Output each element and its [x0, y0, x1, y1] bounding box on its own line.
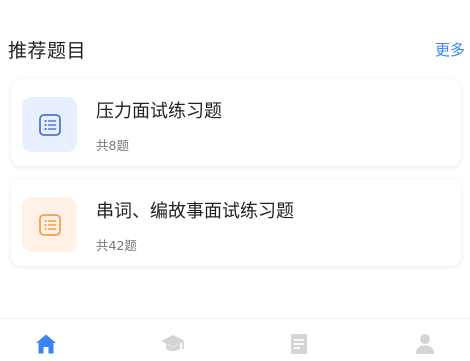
tab-home[interactable]	[31, 329, 61, 359]
section-title: 推荐题目	[8, 40, 87, 62]
question-set-card[interactable]: 压力面试练习题 共8题	[11, 79, 461, 166]
card-title: 压力面试练习题	[96, 101, 222, 122]
more-link[interactable]: 更多	[435, 39, 465, 60]
question-count: 共8题	[96, 138, 129, 153]
card-icon-badge	[22, 97, 77, 152]
document-icon	[291, 334, 307, 354]
list-icon	[38, 113, 61, 136]
user-icon	[416, 334, 434, 354]
list-icon	[38, 213, 61, 236]
tab-profile[interactable]	[410, 329, 440, 359]
graduation-cap-icon	[161, 335, 185, 351]
tab-papers[interactable]	[284, 329, 314, 359]
section-header: 推荐题目 更多	[0, 28, 470, 68]
card-icon-badge	[22, 197, 77, 252]
question-count: 共42题	[96, 238, 137, 253]
tab-courses[interactable]	[158, 329, 188, 359]
home-icon	[36, 334, 56, 354]
bottom-tab-bar	[0, 318, 470, 361]
question-set-card[interactable]: 串词、编故事面试练习题 共42题	[11, 179, 461, 266]
card-title: 串词、编故事面试练习题	[96, 201, 294, 222]
